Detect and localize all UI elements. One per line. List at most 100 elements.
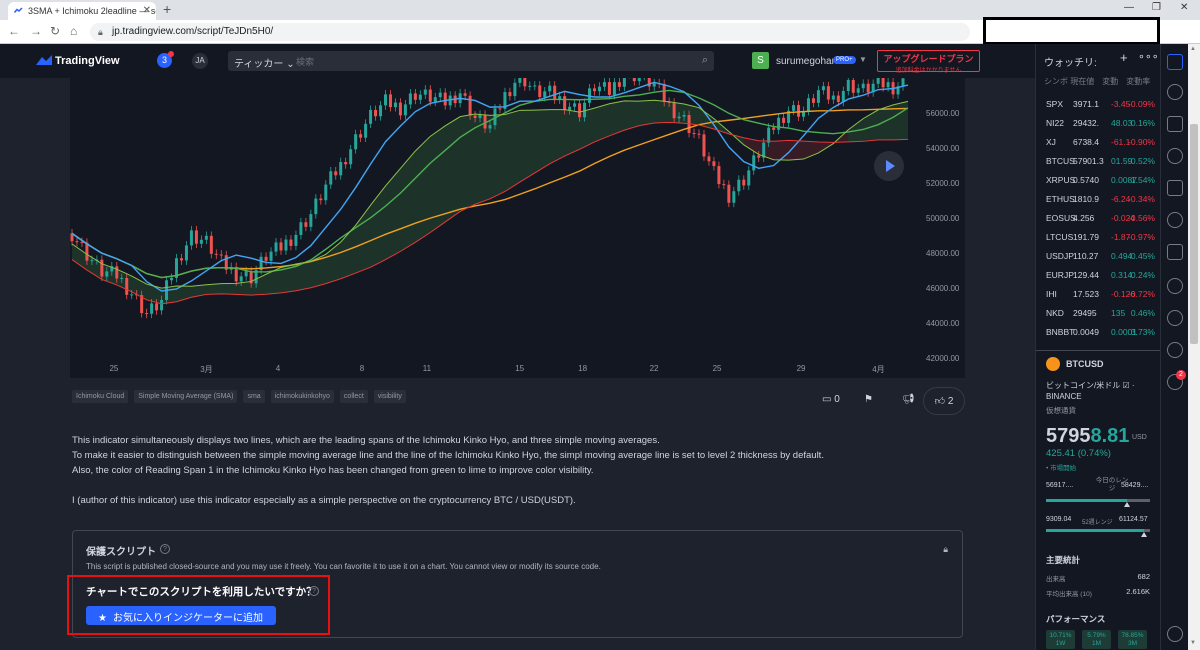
share-icon[interactable]: 📢︎ xyxy=(902,394,915,405)
cloud-segment xyxy=(385,168,401,260)
help-icon[interactable] xyxy=(1167,626,1183,642)
user-menu-chevron-icon[interactable]: ▼ xyxy=(859,55,867,64)
scroll-down-icon[interactable]: ▼ xyxy=(1190,640,1196,646)
row-change: 48.03 xyxy=(1111,118,1133,128)
calendar-icon[interactable] xyxy=(1167,116,1183,132)
watchlist-row[interactable]: SPX 3971.1 -3.45 -0.09% xyxy=(1036,99,1161,118)
more-icon[interactable]: ∘∘∘ xyxy=(1138,50,1159,63)
home-icon[interactable]: ⌂ xyxy=(70,24,77,38)
candle-body xyxy=(831,95,835,100)
tag[interactable]: sma xyxy=(243,390,265,403)
tradingview-logo[interactable]: TradingView xyxy=(36,55,120,67)
search-input[interactable]: 検索 xyxy=(296,55,314,68)
candle-body xyxy=(578,103,582,118)
watchlist-row[interactable]: IHI 17.523 -0.126 -0.72% xyxy=(1036,289,1161,308)
watchlist-row[interactable]: XRPUS 0.5740 0.0087 1.54% xyxy=(1036,175,1161,194)
performance-title: パフォーマンス xyxy=(1046,614,1106,624)
row-symbol: ETHUS xyxy=(1046,194,1075,204)
alarm-clock-icon[interactable] xyxy=(1167,84,1183,100)
like-button[interactable]: 👍︎ 2 xyxy=(923,387,965,415)
candle-body xyxy=(612,82,616,95)
play-button[interactable] xyxy=(874,151,904,181)
candle-body xyxy=(428,89,432,102)
scrollbar-thumb[interactable] xyxy=(1190,124,1198,344)
row-symbol: BTCUS xyxy=(1046,156,1075,166)
candle-body xyxy=(901,78,905,87)
ideas-icon[interactable] xyxy=(1167,278,1183,294)
day-range-marker xyxy=(1124,502,1131,507)
cloud-segment xyxy=(893,101,908,140)
forward-icon[interactable]: → xyxy=(30,24,42,38)
window-close-button[interactable]: ✕ xyxy=(1180,2,1188,13)
reload-icon[interactable]: ↻ xyxy=(50,24,60,38)
browser-tab[interactable]: 3SMA + Ichimoku 2leadline — sc ✕ xyxy=(8,2,156,20)
watchlist-icon[interactable] xyxy=(1167,54,1183,70)
comments-button[interactable]: ▭ 0 xyxy=(822,394,840,405)
watchlist-title[interactable]: ウォッチリ: xyxy=(1044,54,1097,69)
price-chart[interactable] xyxy=(70,78,965,378)
tab-title: 3SMA + Ichimoku 2leadline — sc xyxy=(28,6,156,16)
candle-body xyxy=(160,299,164,311)
perf-cell[interactable]: 10.71% 1W xyxy=(1046,630,1075,649)
power-icon[interactable] xyxy=(1167,148,1183,164)
notifications-button[interactable]: 3 xyxy=(157,51,174,68)
streams-icon[interactable] xyxy=(1167,310,1183,326)
candle-body xyxy=(125,278,129,295)
username[interactable]: surumegohan xyxy=(776,56,837,67)
watchlist-row[interactable]: EURJP 129.44 0.314 0.24% xyxy=(1036,270,1161,289)
language-button[interactable]: JA xyxy=(192,53,208,69)
tag[interactable]: ichimokukinkohyo xyxy=(270,390,334,403)
watchlist-row[interactable]: XJ 6738.4 -61.1 -0.90% xyxy=(1036,137,1161,156)
watchlist-row[interactable]: USDJP 110.27 0.494 0.45% xyxy=(1036,251,1161,270)
detail-symbol[interactable]: BTCUSD xyxy=(1066,359,1104,369)
broadcast-icon[interactable] xyxy=(1167,342,1183,358)
search-icon[interactable]: ⌕ xyxy=(702,54,708,67)
new-tab-button[interactable]: + xyxy=(163,1,171,17)
tab-close-icon[interactable]: ✕ xyxy=(143,5,151,16)
candle-body xyxy=(299,222,303,235)
minimize-button[interactable]: — xyxy=(1124,2,1134,13)
candle-body xyxy=(90,260,94,262)
tag[interactable]: Simple Moving Average (SMA) xyxy=(134,390,238,403)
scroll-up-icon[interactable]: ▲ xyxy=(1190,46,1196,52)
add-symbol-icon[interactable]: + xyxy=(1120,50,1128,65)
chat-icon[interactable] xyxy=(1167,180,1183,196)
lock-icon: 🔒︎ xyxy=(98,27,103,37)
watchlist-row[interactable]: ETHUS 1810.9 -6.24 -0.34% xyxy=(1036,194,1161,213)
ticker-dropdown[interactable]: ティッカー ⌄ xyxy=(234,55,295,70)
user-avatar[interactable]: S xyxy=(752,52,769,69)
back-icon[interactable]: ← xyxy=(8,24,20,38)
thumbs-up-icon: 👍︎ xyxy=(934,396,946,407)
watchlist-row[interactable]: LTCUS 191.79 -1.87 -0.97% xyxy=(1036,232,1161,251)
candle-body xyxy=(359,134,363,138)
flag-icon[interactable]: ⚑ xyxy=(864,394,873,405)
target-icon[interactable] xyxy=(1167,212,1183,228)
watchlist-row[interactable]: BNBBT 0.0049 0.0001 3.73% xyxy=(1036,327,1161,346)
market-status: • 市場開始 xyxy=(1046,465,1077,472)
watchlist-row[interactable]: NI22 29432. 48.03 0.16% xyxy=(1036,118,1161,137)
y-tick-label: 56000.00 xyxy=(926,109,960,119)
watchlist-row[interactable]: BTCUS 57901.3 01.59 0.52% xyxy=(1036,156,1161,175)
cloud-segment xyxy=(370,185,386,268)
page-scrollbar[interactable]: ▲ ▼ xyxy=(1188,44,1200,650)
notifications-count: 3 xyxy=(161,55,167,65)
row-percent: 0.52% xyxy=(1130,156,1155,166)
stat-label: 平均出来高 (10) xyxy=(1046,591,1092,598)
search-bar[interactable]: ティッカー ⌄ 検索 ⌕ xyxy=(228,51,714,71)
perf-cell[interactable]: 5.79% 1M xyxy=(1082,630,1111,649)
row-symbol: XRPUS xyxy=(1046,175,1076,185)
tag[interactable]: visibility xyxy=(373,390,406,403)
perf-cell[interactable]: 78.85% 3M xyxy=(1118,630,1147,649)
watchlist-row[interactable]: EOSUS 4.256 -0.024 -0.56% xyxy=(1036,213,1161,232)
chart-icon[interactable] xyxy=(1167,244,1183,260)
tags-row: Ichimoku Cloud Simple Moving Average (SMA… xyxy=(72,390,406,403)
tag[interactable]: collect xyxy=(339,390,368,403)
watchlist-row[interactable]: NKD 29495 135 0.46% xyxy=(1036,308,1161,327)
upgrade-plan-button[interactable]: アップグレードプラン 追加料金はかかりません xyxy=(877,50,980,74)
restore-button[interactable]: ❐ xyxy=(1152,2,1161,13)
url-field[interactable]: 🔒︎ jp.tradingview.com/script/TeJDn5H0/ xyxy=(90,23,970,41)
candle-body xyxy=(632,78,636,82)
cloud-segment xyxy=(504,110,520,192)
tag[interactable]: Ichimoku Cloud xyxy=(72,390,129,403)
help-icon[interactable]: ? xyxy=(160,544,170,554)
